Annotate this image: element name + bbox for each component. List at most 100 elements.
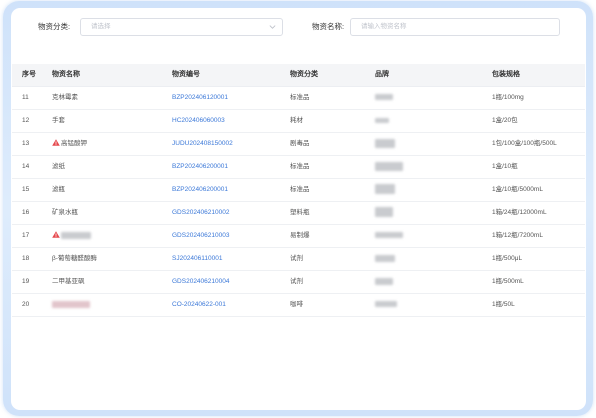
material-category: 耗材 <box>290 117 303 124</box>
table-row[interactable]: 16 矿泉水瓶 GDS202406210002 塑料瓶 1箱/24瓶/12000mL <box>12 202 585 225</box>
material-name-cell: 滤瓶 <box>52 179 65 201</box>
material-category: 咖啡 <box>290 301 303 308</box>
brand-cell <box>375 271 393 293</box>
header-brand: 品牌 <box>375 71 389 78</box>
row-index: 11 <box>22 94 29 101</box>
table-row[interactable]: 13 高锰酸钾 JUDU202408150002 剧毒品 1包/100盒/100瓶/50… <box>12 133 585 156</box>
brand-cell <box>375 179 395 201</box>
brand-redacted <box>375 184 395 195</box>
material-name: 高锰酸钾 <box>61 140 87 147</box>
material-name-cell: 高锰酸钾 <box>52 133 87 155</box>
package-spec: 1箱/24瓶/12000mL <box>492 209 547 216</box>
brand-redacted <box>375 161 403 171</box>
brand-redacted <box>375 301 397 308</box>
material-name: 二甲基亚砜 <box>52 278 85 285</box>
material-name-cell: β-葡萄糖醛酸酶 <box>52 248 97 270</box>
brand-cell <box>375 248 395 270</box>
table-header: 序号 物资名称 物资编号 物资分类 品牌 包装规格 <box>12 64 585 87</box>
brand-cell <box>375 87 393 109</box>
materials-panel: 物资分类: 请选择 物资名称: 请输入物资名称 序号 物资名称 物资编号 物资分类 品牌… <box>11 8 586 410</box>
material-code-link[interactable]: GDS202406210003 <box>172 225 229 247</box>
material-category: 剧毒品 <box>290 140 310 147</box>
brand-cell <box>375 133 395 155</box>
brand-cell <box>375 156 403 178</box>
material-name: 滤纸 <box>52 163 65 170</box>
row-index: 18 <box>22 255 30 262</box>
warning-icon <box>52 139 60 146</box>
material-category: 易制爆 <box>290 232 310 239</box>
brand-redacted <box>375 254 395 262</box>
header-material-name: 物资名称 <box>52 71 80 78</box>
row-index: 15 <box>22 186 30 193</box>
material-name: β-葡萄糖醛酸酶 <box>52 255 97 262</box>
material-code-link[interactable]: HC202406060003 <box>172 110 225 132</box>
material-code-link[interactable]: CO-20240622-001 <box>172 294 226 316</box>
package-spec: 1瓶/100mg <box>492 94 524 101</box>
name-search-placeholder: 请输入物资名称 <box>361 23 407 30</box>
brand-cell <box>375 225 403 247</box>
material-name-cell <box>52 225 91 247</box>
material-name: 克林霉素 <box>52 94 78 101</box>
package-spec: 1瓶/500mL <box>492 278 524 285</box>
material-name: 矿泉水瓶 <box>52 209 78 216</box>
material-code-link[interactable]: GDS202406210002 <box>172 202 229 224</box>
material-name-cell <box>52 294 90 316</box>
material-name-cell: 滤纸 <box>52 156 65 178</box>
material-name-cell: 克林霉素 <box>52 87 78 109</box>
package-spec: 1盒/20包 <box>492 117 518 124</box>
package-spec: 1瓶/500μL <box>492 255 523 262</box>
brand-redacted <box>375 277 393 285</box>
table-row[interactable]: 12 手套 HC202406060003 耗材 1盒/20包 <box>12 110 585 133</box>
package-spec: 1箱/12瓶/7200mL <box>492 232 543 239</box>
package-spec: 1瓶/50L <box>492 301 515 308</box>
brand-cell <box>375 110 389 132</box>
material-name: 滤瓶 <box>52 186 65 193</box>
material-name-cell: 矿泉水瓶 <box>52 202 78 224</box>
category-select-placeholder: 请选择 <box>91 23 111 30</box>
row-index: 17 <box>22 232 30 239</box>
chevron-down-icon <box>269 25 276 29</box>
category-select[interactable]: 请选择 <box>80 18 283 36</box>
table-row[interactable]: 11 克林霉素 BZP202406120001 标准品 1瓶/100mg <box>12 87 585 110</box>
material-category: 标准品 <box>290 186 310 193</box>
package-spec: 1盒/10瓶 <box>492 163 518 170</box>
brand-redacted <box>375 94 393 101</box>
row-index: 13 <box>22 140 30 147</box>
material-name-redacted <box>52 300 90 308</box>
header-index: 序号 <box>22 71 36 78</box>
material-code-link[interactable]: BZP202406200001 <box>172 156 228 178</box>
table-row[interactable]: 15 滤瓶 BZP202406200001 标准品 1盒/10瓶/5000mL <box>12 179 585 202</box>
row-index: 20 <box>22 301 30 308</box>
name-search-input[interactable]: 请输入物资名称 <box>350 18 560 36</box>
row-index: 14 <box>22 163 30 170</box>
brand-redacted <box>375 232 403 239</box>
table-row[interactable]: 19 二甲基亚砜 GDS202406210004 试剂 1瓶/500mL <box>12 271 585 294</box>
brand-redacted <box>375 138 395 148</box>
brand-cell <box>375 294 397 316</box>
material-code-link[interactable]: BZP202406200001 <box>172 179 228 201</box>
table-row[interactable]: 14 滤纸 BZP202406200001 标准品 1盒/10瓶 <box>12 156 585 179</box>
brand-redacted <box>375 117 389 123</box>
table-row[interactable]: 18 β-葡萄糖醛酸酶 SJ202406110001 试剂 1瓶/500μL <box>12 248 585 271</box>
header-material-category: 物资分类 <box>290 71 318 78</box>
material-category: 塑料瓶 <box>290 209 310 216</box>
materials-table: 序号 物资名称 物资编号 物资分类 品牌 包装规格 11 克林霉素 BZP2024061200… <box>12 64 585 317</box>
material-code-link[interactable]: BZP202406120001 <box>172 87 228 109</box>
material-name-cell: 手套 <box>52 110 65 132</box>
material-code-link[interactable]: SJ202406110001 <box>172 248 222 270</box>
material-category: 试剂 <box>290 278 303 285</box>
table-row[interactable]: 17 GDS202406210003 易制爆 1箱/12瓶/7200mL <box>12 225 585 248</box>
package-spec: 1包/100盒/100瓶/500L <box>492 140 557 147</box>
material-code-link[interactable]: GDS202406210004 <box>172 271 229 293</box>
material-name: 手套 <box>52 117 65 124</box>
name-filter-label: 物资名称: <box>312 22 345 31</box>
material-category: 标准品 <box>290 163 310 170</box>
material-code-link[interactable]: JUDU202408150002 <box>172 133 233 155</box>
material-category: 试剂 <box>290 255 303 262</box>
header-package-spec: 包装规格 <box>492 71 520 78</box>
package-spec: 1盒/10瓶/5000mL <box>492 186 543 193</box>
brand-redacted <box>375 207 393 218</box>
material-name-cell: 二甲基亚砜 <box>52 271 85 293</box>
table-row[interactable]: 20 CO-20240622-001 咖啡 1瓶/50L <box>12 294 585 317</box>
warning-icon <box>52 231 60 238</box>
